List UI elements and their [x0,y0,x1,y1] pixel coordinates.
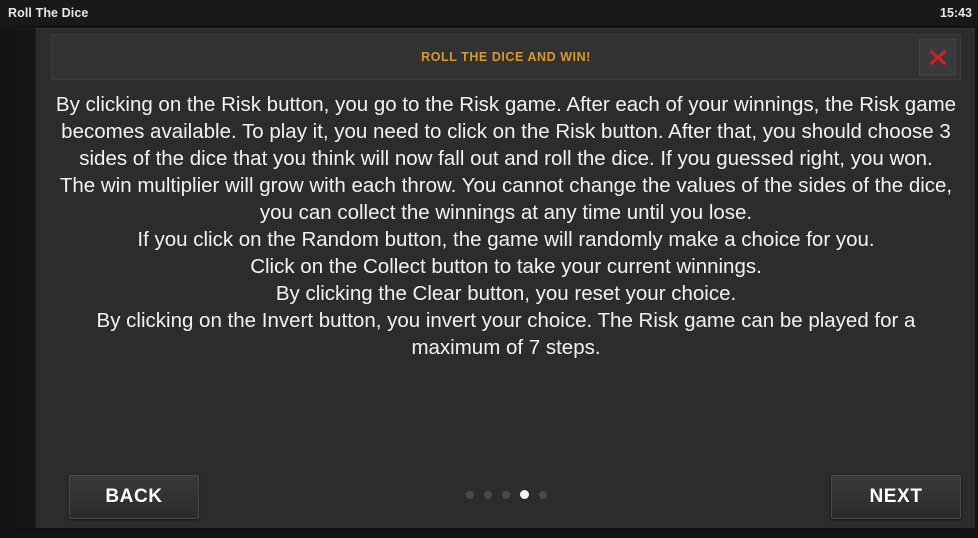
dialog-banner-title: ROLL THE DICE AND WIN! [421,50,591,64]
next-button[interactable]: NEXT [831,475,961,519]
pagination-dot[interactable] [501,490,510,499]
system-clock: 15:43 [940,6,972,20]
help-paragraph: By clicking on the Risk button, you go t… [55,93,957,170]
help-paragraph: The win multiplier will grow with each t… [59,174,953,224]
help-dialog: ROLL THE DICE AND WIN! By clicking on th… [35,28,975,528]
pagination-dot[interactable] [465,490,474,499]
help-paragraph: By clicking on the Invert button, you in… [96,309,916,359]
help-dialog-frame: ROLL THE DICE AND WIN! By clicking on th… [14,26,975,530]
pagination-dot-active[interactable] [519,490,529,499]
close-dialog-button[interactable] [919,38,956,76]
help-text-block: By clicking on the Risk button, you go t… [54,91,958,361]
help-paragraph: By clicking the Clear button, you reset … [275,282,737,305]
game-stage: ROLL THE DICE AND WIN! By clicking on th… [0,26,978,538]
help-paragraph: Click on the Collect button to take your… [250,255,762,278]
close-x-icon [927,46,949,68]
pagination-dot[interactable] [538,490,547,499]
dialog-banner: ROLL THE DICE AND WIN! [51,34,961,80]
dialog-footer: BACK NEXT [36,466,976,529]
pagination-dot[interactable] [483,490,492,499]
window-title: Roll The Dice [8,6,89,20]
window-titlebar: Roll The Dice 15:43 [0,0,978,26]
help-paragraph: If you click on the Random button, the g… [137,228,875,251]
